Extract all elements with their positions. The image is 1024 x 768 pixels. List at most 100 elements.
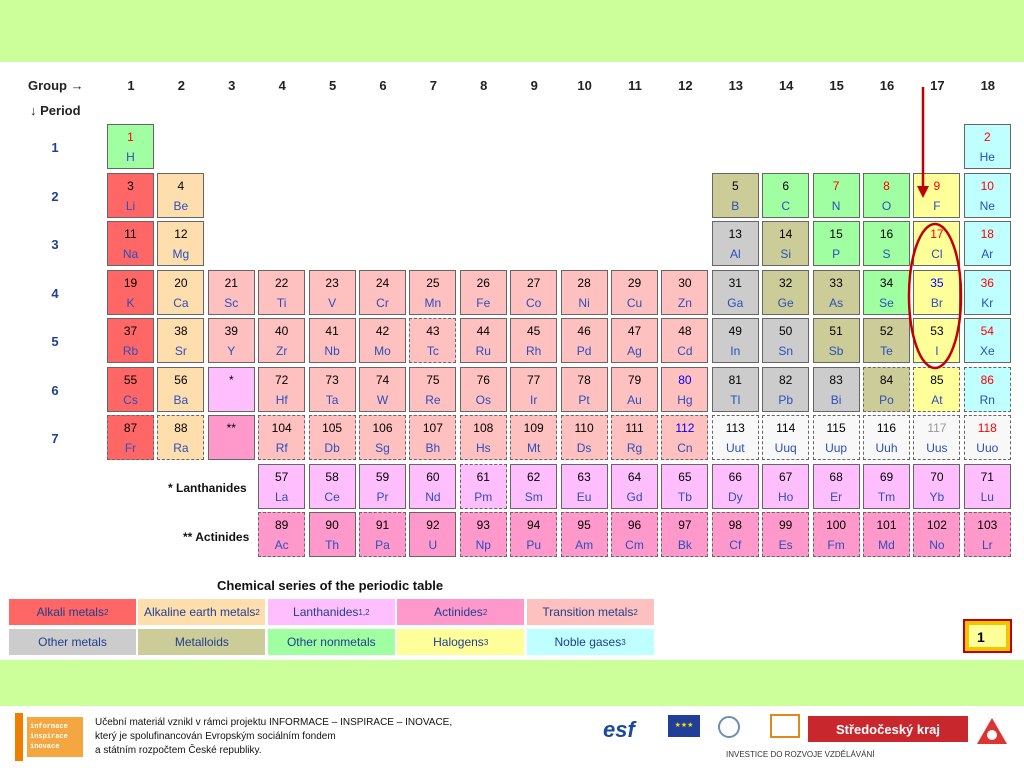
element-symbol: Gd — [626, 490, 643, 504]
element-symbol: Uuq — [774, 441, 797, 455]
atomic-number: 62 — [527, 470, 541, 484]
element-lr: 103 Lr — [963, 512, 1011, 557]
element-es: 99 Es — [762, 512, 810, 557]
legend-label: Other nonmetals — [286, 635, 376, 649]
element-ac: 89 Ac — [258, 512, 306, 557]
atomic-number: 118 — [977, 421, 997, 435]
slide-number-box: 1 — [963, 619, 1012, 653]
element-cn: 112 Cn — [661, 415, 709, 460]
element-symbol: Bh — [425, 441, 441, 455]
period-number: 7 — [51, 431, 59, 446]
element-symbol: Ra — [173, 441, 189, 455]
atomic-number: 65 — [678, 470, 692, 484]
legend-item: Other metals — [8, 628, 137, 656]
legend-item: Lanthanides 1,2 — [266, 598, 396, 626]
element-symbol: Ce — [324, 490, 340, 504]
element-dy: 66 Dy — [711, 464, 759, 509]
legend-label: Actinides — [434, 605, 483, 619]
element-symbol: Tm — [877, 490, 896, 504]
legend-item: Noble gases 3 — [525, 628, 655, 656]
element-nd: 60 Nd — [409, 464, 457, 509]
atomic-number: 91 — [375, 518, 390, 532]
element-symbol: Pu — [526, 538, 542, 552]
atomic-number: 116 — [876, 421, 897, 435]
atomic-number: 102 — [926, 518, 947, 532]
atomic-number: 66 — [728, 470, 742, 484]
legend-item: Transition metals 2 — [525, 598, 655, 626]
element-eu: 63 Eu — [560, 464, 608, 509]
element-symbol: Rg — [626, 441, 643, 455]
element-symbol: Yb — [929, 490, 945, 504]
element-th: 90 Th — [308, 512, 356, 557]
legend-label: Lanthanides — [293, 605, 359, 619]
element-symbol: Sg — [375, 441, 390, 455]
msmt-logo — [712, 714, 762, 744]
element-symbol: Pa — [375, 538, 390, 552]
element-uus: 117 Uus — [913, 415, 961, 460]
element-symbol: Bk — [677, 538, 692, 552]
atomic-number: 98 — [728, 518, 742, 532]
element-ce: 58 Ce — [308, 464, 356, 509]
atomic-number: 70 — [930, 470, 944, 484]
atomic-number: 61 — [476, 470, 490, 484]
element-symbol: Cn — [677, 441, 693, 455]
element-symbol: Np — [475, 538, 491, 552]
legend-label: Other metals — [38, 635, 107, 649]
logo-line-1: informace — [30, 723, 68, 731]
legend-footnote: 2 — [103, 607, 109, 617]
atomic-number: 107 — [422, 421, 443, 435]
element-bk: 97 Bk — [661, 512, 709, 557]
footer-line-3: a státním rozpočtem České republiky. — [95, 745, 262, 756]
atomic-number: 57 — [275, 470, 289, 484]
atomic-number: 71 — [980, 470, 994, 484]
element-pm: 61 Pm — [459, 464, 507, 509]
legend-item: Actinides 2 — [396, 598, 526, 626]
atomic-number: 90 — [325, 518, 339, 532]
atomic-number: 100 — [826, 518, 847, 532]
element-uuh: 116 Uuh — [863, 415, 910, 460]
bottom-band — [0, 660, 1024, 706]
logo-line-3: inovace — [30, 743, 60, 751]
element-uut: 113 Uut — [711, 415, 759, 460]
element-symbol: Dy — [727, 490, 743, 504]
element-symbol: Rf — [275, 441, 288, 455]
element-symbol: Uut — [725, 441, 745, 455]
legend-footnote: 3 — [621, 637, 626, 647]
atomic-number: 67 — [779, 470, 793, 484]
element-fr: 87 Fr — [107, 415, 154, 460]
element-tm: 69 Tm — [863, 464, 910, 509]
legend-item: Alkaline earth metals 2 — [137, 598, 267, 626]
atomic-number: 92 — [426, 518, 440, 532]
element-np: 93 Np — [459, 512, 507, 557]
element-symbol: Hs — [475, 441, 491, 455]
atomic-number: 99 — [779, 518, 793, 532]
atomic-number: 111 — [625, 421, 644, 435]
esf-text: esf — [603, 717, 635, 742]
element-hs: 108 Hs — [459, 415, 507, 460]
atomic-number: 110 — [574, 421, 594, 435]
atomic-number: 113 — [725, 421, 745, 435]
element-symbol: No — [929, 538, 945, 552]
element-symbol: Pr — [376, 490, 389, 504]
element-symbol: Ho — [778, 490, 794, 504]
element-symbol: Lu — [980, 490, 994, 504]
atomic-number: 105 — [322, 421, 343, 435]
legend-item: Metalloids — [137, 628, 267, 656]
eu-flag-icon: ★★★ — [668, 715, 700, 737]
footer-text: Učební materiál vznikl v rámci projektu … — [95, 716, 452, 758]
atomic-number: 109 — [523, 421, 544, 435]
stredocesky-kraj-banner: Středočeský kraj — [808, 716, 968, 742]
element-u: 92 U — [409, 512, 457, 557]
atomic-number: 114 — [776, 421, 796, 435]
element-uup: 115 Uup — [812, 415, 860, 460]
lanthanides-label: * Lanthanides — [168, 481, 247, 495]
element-uuq: 114 Uuq — [762, 415, 810, 460]
element-symbol: Pm — [474, 490, 493, 504]
esf-logo: esf — [603, 715, 663, 747]
legend-label: Noble gases — [554, 635, 622, 649]
element-symbol: Ds — [576, 441, 592, 455]
element-symbol: Fr — [124, 441, 137, 455]
element-symbol: Mt — [527, 441, 541, 455]
element-pr: 59 Pr — [359, 464, 406, 509]
atomic-number: 88 — [174, 421, 188, 435]
